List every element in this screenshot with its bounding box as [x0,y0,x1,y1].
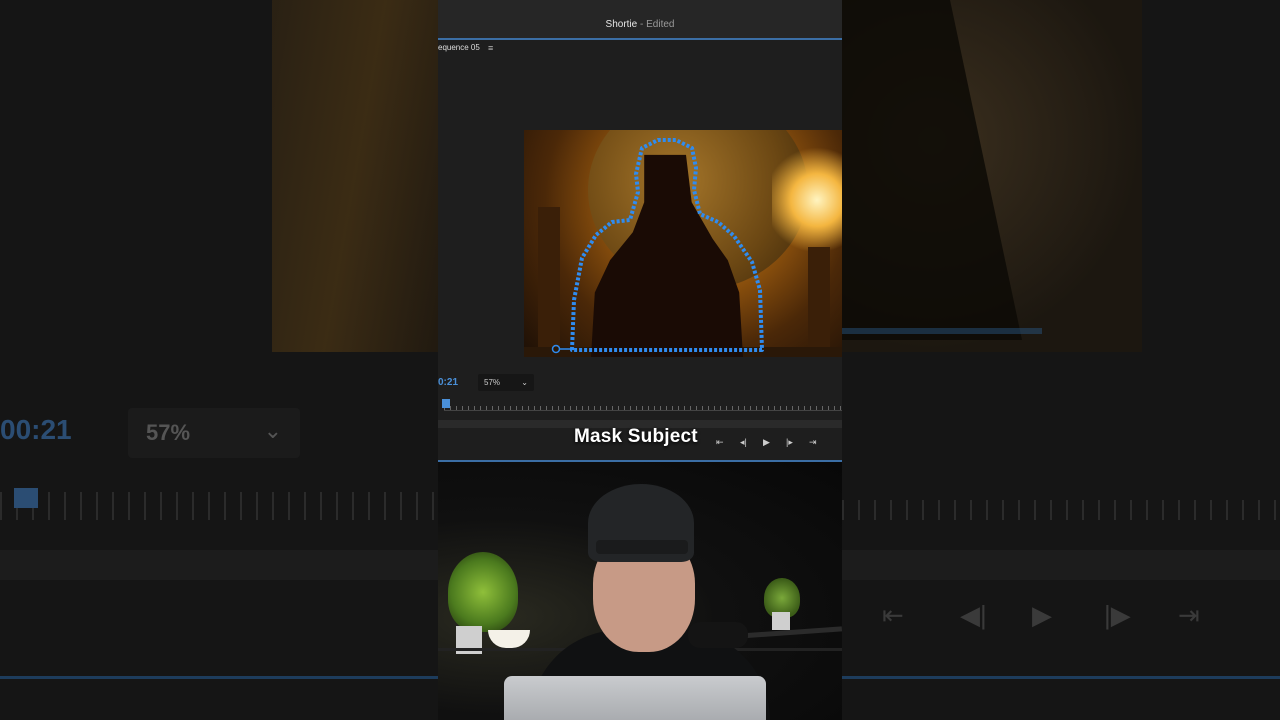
sequence-tab[interactable]: equence 05 ≡ [438,40,842,58]
chevron-down-icon: ⌄ [263,418,282,443]
background-ruler-right [842,500,1280,520]
play-icon: ▶ [1032,600,1052,630]
step-back-icon[interactable]: ◂| [740,437,747,448]
viewer-controls: 0:21 57% ⌄ [438,374,842,394]
chevron-down-icon: ⌄ [521,378,528,387]
app-status-text: Edited [646,19,675,30]
cap-band [596,540,688,554]
go-to-in-icon[interactable]: ⇤ [716,437,724,448]
title-bar: Shortie - Edited [438,0,842,40]
app-status: - Edited [640,19,675,30]
background-band-right [842,550,1280,580]
background-video-frame [272,0,438,352]
playhead-timecode[interactable]: 0:21 [438,377,458,388]
go-to-in-icon: ⇤ [882,600,904,630]
zoom-value: 57% [484,378,501,387]
background-band [0,550,438,580]
playhead-marker[interactable] [442,399,450,408]
background-left-blur: 00:21 57% ⌄ [0,0,438,720]
background-playhead [14,488,38,508]
background-divider [0,676,438,679]
background-timecode: 00:21 [0,414,72,445]
plant-left [448,552,518,632]
step-back-icon: ◀| [960,600,987,630]
background-ruler [0,492,438,520]
zoom-select[interactable]: 57% ⌄ [478,374,534,391]
background-divider-right [842,676,1280,679]
background-right-blur: ⇤ ◀| ▶ |▶ ⇥ [842,0,1280,720]
play-icon[interactable]: ▶ [763,437,770,448]
background-zoom-select: 57% ⌄ [128,408,300,458]
desk-lamp [488,630,530,648]
program-monitor[interactable] [524,130,842,357]
video-caption: Mask Subject [574,426,698,447]
background-mask-line [842,328,1042,334]
go-to-out-icon[interactable]: ⇥ [809,437,817,448]
sequence-name: equence 05 [438,43,480,52]
laptop [504,676,766,720]
hamburger-menu-icon[interactable]: ≡ [488,40,493,56]
step-forward-icon: |▶ [1104,600,1131,630]
webcam-feed [438,462,842,720]
main-column: Shortie - Edited equence 05 ≡ 0:21 57% ⌄… [438,0,842,720]
background-zoom-value: 57% [146,420,191,445]
go-to-out-icon: ⇥ [1178,600,1200,630]
microphone [688,622,748,648]
mask-outline[interactable] [524,130,842,357]
ruler-baseline [444,410,842,411]
plant-pot-right [772,612,790,630]
step-forward-icon[interactable]: |▸ [786,437,793,448]
app-title: Shortie [605,19,638,30]
